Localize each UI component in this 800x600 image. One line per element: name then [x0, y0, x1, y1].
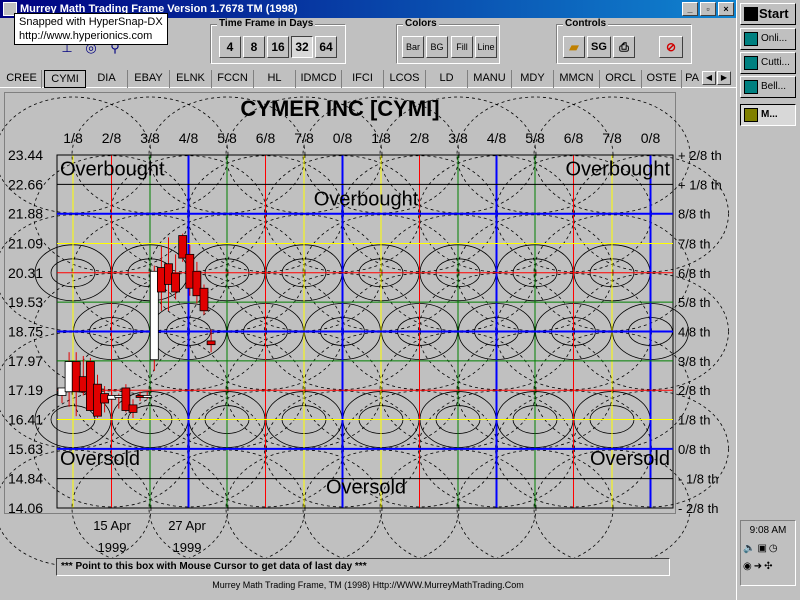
color-fill-button[interactable]: Fill [451, 36, 473, 58]
timeframe-label: Time Frame in Days [217, 18, 316, 29]
timeframe-64-button[interactable]: 64 [315, 36, 337, 58]
controls-label: Controls [563, 18, 609, 29]
tray-icons: 🔈▣◷ [743, 543, 793, 554]
tab-ebay[interactable]: EBAY [128, 70, 170, 88]
close-button[interactable]: × [718, 2, 734, 16]
stop-icon: ⊘ [665, 40, 677, 54]
level-label: 6/8 th [678, 266, 711, 281]
printer-icon: ⎙ [619, 40, 629, 54]
level-label: 1/8 th [678, 413, 711, 428]
timeframe-8-button[interactable]: 8 [243, 36, 265, 58]
last-day-data-box[interactable]: *** Point to this box with Mouse Cursor … [56, 558, 670, 576]
tab-mmcn[interactable]: MMCN [554, 70, 600, 88]
folder-icon: ▰ [569, 40, 579, 54]
tab-cree[interactable]: CREE [2, 70, 42, 88]
timeframe-4-button[interactable]: 4 [219, 36, 241, 58]
symbol-tab-strip: CREE CYMI DIA EBAY ELNK FCCN HL IDMCD IF… [0, 70, 736, 88]
tab-manu[interactable]: MANU [468, 70, 512, 88]
taskbar-item-bell[interactable]: Bell... [740, 76, 796, 98]
sg-button[interactable]: SG [587, 36, 611, 58]
tab-fccn[interactable]: FCCN [212, 70, 254, 88]
tab-ifci[interactable]: IFCI [342, 70, 384, 88]
online-app-icon [744, 32, 758, 46]
minimize-button[interactable]: _ [682, 2, 698, 16]
chart-title: CYMER INC [CYMI] [240, 96, 440, 121]
colors-label: Colors [403, 18, 439, 29]
network-icon[interactable]: ▣ [757, 543, 768, 554]
tab-scroll-right-button[interactable]: ▶ [717, 71, 731, 85]
taskbar-item-label: Cutti... [761, 57, 790, 68]
arrow-icon[interactable]: ➜ [754, 561, 764, 572]
level-label: 8/8 th [678, 207, 711, 222]
tab-orcl[interactable]: ORCL [600, 70, 642, 88]
tab-elnk[interactable]: ELNK [170, 70, 212, 88]
windows-logo-icon [744, 7, 758, 21]
bell-app-icon [744, 80, 758, 94]
tab-lcos[interactable]: LCOS [384, 70, 426, 88]
timeframe-32-button[interactable]: 32 [291, 36, 313, 58]
taskbar-item-label: Onli... [761, 33, 788, 44]
footer-text: Murrey Math Trading Frame, TM (1998) Htt… [212, 580, 524, 590]
speaker-icon[interactable]: 🔈 [743, 543, 757, 554]
tab-ld[interactable]: LD [426, 70, 468, 88]
level-label: 2/8 th [678, 383, 711, 398]
tab-oste[interactable]: OSTE [642, 70, 682, 88]
tooltip-line-1: Snapped with HyperSnap-DX [19, 16, 163, 28]
x-label-date-1: 15 Apr [93, 518, 131, 533]
taskbar-item-label: Bell... [761, 81, 787, 92]
level-label: 5/8 th [678, 295, 711, 310]
start-label: Start [759, 6, 789, 21]
timeframe-16-button[interactable]: 16 [267, 36, 289, 58]
tray-icons-row-2: ◉➜✣ [743, 561, 793, 572]
tab-hl[interactable]: HL [254, 70, 296, 88]
color-bar-button[interactable]: Bar [402, 36, 424, 58]
taskbar-item-online[interactable]: Onli... [740, 28, 796, 50]
x-label-year-2: 1999 [172, 540, 202, 555]
level-label: 0/8 th [678, 442, 711, 457]
eye-icon[interactable]: ◉ [743, 561, 754, 572]
level-label: - 2/8 th [678, 501, 718, 516]
exit-button[interactable]: ⊘ [659, 36, 683, 58]
tab-cymi[interactable]: CYMI [44, 70, 86, 88]
tab-scroll-left-button[interactable]: ◀ [702, 71, 716, 85]
tab-pa[interactable]: PA [682, 70, 702, 88]
level-label: 7/8 th [678, 236, 711, 251]
tab-mdy[interactable]: MDY [512, 70, 554, 88]
tab-idmcd[interactable]: IDMCD [296, 70, 342, 88]
murrey-app-icon [744, 108, 758, 122]
taskbar-item-murrey[interactable]: M... [740, 104, 796, 126]
x-label-year-1: 1999 [97, 540, 127, 555]
taskbar: Start Onli... Cutti... Bell... M... 9:08… [736, 0, 800, 600]
hypersnap-tooltip: Snapped with HyperSnap-DX http://www.hyp… [14, 13, 168, 45]
x-label-date-2: 27 Apr [168, 518, 206, 533]
cutting-app-icon [744, 56, 758, 70]
print-button[interactable]: ⎙ [613, 36, 635, 58]
level-label: - 1/8 th [678, 472, 718, 487]
maximize-button[interactable]: ▫ [700, 2, 716, 16]
level-label: 4/8 th [678, 325, 711, 340]
system-tray: 9:08 AM 🔈▣◷ ◉➜✣ [740, 520, 796, 586]
level-label: 3/8 th [678, 354, 711, 369]
scheduler-icon[interactable]: ◷ [769, 543, 780, 554]
clock[interactable]: 9:08 AM [741, 525, 795, 536]
color-bg-button[interactable]: BG [426, 36, 448, 58]
chart-frame [4, 92, 676, 514]
taskbar-item-cutting[interactable]: Cutti... [740, 52, 796, 74]
level-label: + 1/8 th [678, 177, 722, 192]
start-button[interactable]: Start [740, 3, 796, 25]
taskbar-item-label: M... [761, 109, 778, 120]
tab-dia[interactable]: DIA [86, 70, 128, 88]
color-line-button[interactable]: Line [475, 36, 497, 58]
main-window: Murrey Math Trading Frame Version 1.7678… [0, 0, 736, 600]
open-folder-button[interactable]: ▰ [563, 36, 585, 58]
tooltip-line-2: http://www.hyperionics.com [19, 30, 153, 42]
tool-icon[interactable]: ✣ [764, 561, 774, 572]
level-label: + 2/8 th [678, 148, 722, 163]
